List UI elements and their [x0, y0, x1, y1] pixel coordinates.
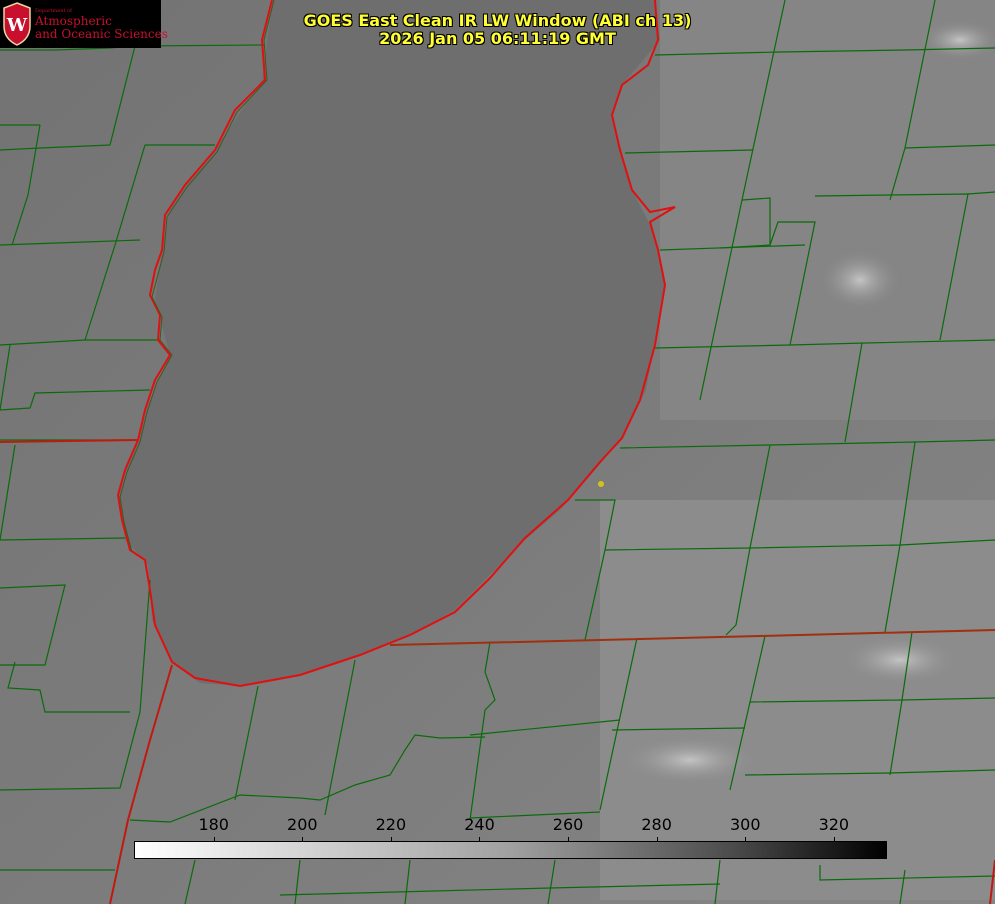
colorbar-tick-mark — [568, 837, 570, 842]
station-marker-icon — [598, 481, 604, 487]
colorbar-tick-label: 240 — [464, 815, 495, 834]
land-patch-southeast — [600, 500, 995, 900]
cloud-patch — [620, 735, 760, 785]
colorbar — [134, 841, 887, 859]
colorbar-tick-label: 180 — [198, 815, 229, 834]
colorbar-tick-mark — [479, 837, 481, 842]
colorbar-tick-mark — [302, 837, 304, 842]
title-timestamp: 2026 Jan 05 06:11:19 GMT — [379, 29, 616, 48]
colorbar-tick-mark — [390, 837, 392, 842]
satellite-map: W Department of Atmospheric and Oceanic … — [0, 0, 995, 904]
colorbar-tick-mark — [745, 837, 747, 842]
colorbar-tick-label: 260 — [552, 815, 584, 834]
cloud-patch — [820, 250, 900, 310]
colorbar-tick-mark — [833, 837, 835, 842]
image-title: GOES East Clean IR LW Window (ABI ch 13)… — [0, 12, 995, 48]
title-product: GOES East Clean IR LW Window (ABI ch 13) — [303, 11, 692, 30]
colorbar-tick-label: 280 — [641, 815, 672, 834]
colorbar-tick-label: 300 — [729, 815, 761, 834]
colorbar-tick-mark — [656, 837, 658, 842]
cloud-patch — [840, 635, 960, 685]
colorbar-tick-label: 320 — [818, 815, 850, 834]
colorbar-tick-label: 220 — [375, 815, 407, 834]
land-patch-east — [660, 0, 995, 420]
colorbar-tick-label: 200 — [287, 815, 318, 834]
ir-map-layer — [0, 0, 995, 904]
colorbar-tick-mark — [213, 837, 215, 842]
